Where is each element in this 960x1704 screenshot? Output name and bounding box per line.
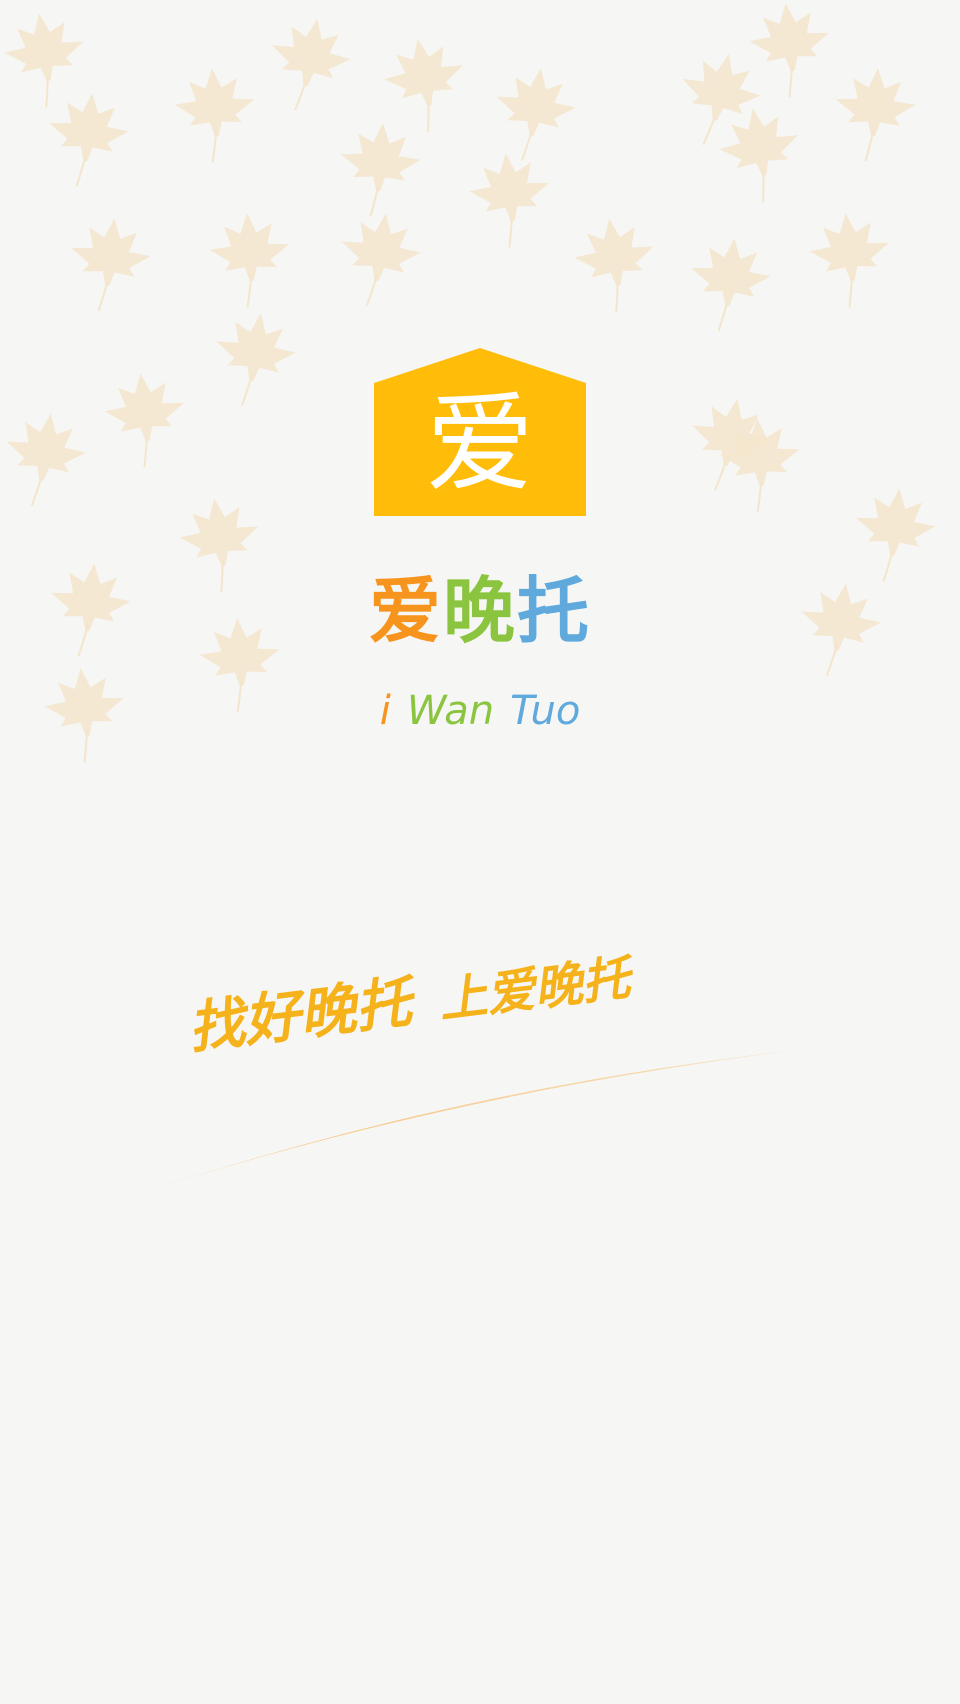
swoosh-stroke [95,1046,830,1208]
splash-screen: 爱 爱晚托 i Wan Tuo 找好晚托 上爱晚托 [0,0,960,1704]
